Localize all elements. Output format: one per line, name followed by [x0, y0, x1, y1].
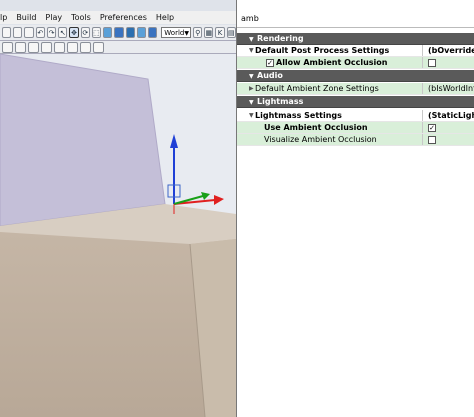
coordinate-space-dropdown[interactable]: World ▼ — [161, 27, 192, 38]
prop-lightmass-settings[interactable]: ▼ Lightmass Settings (StaticLightin — [237, 110, 474, 122]
prop-default-ambient-zone[interactable]: ▶ Default Ambient Zone Settings (bIsWorl… — [237, 83, 474, 95]
prop-label: Default Ambient Zone Settings — [255, 84, 379, 93]
properties-panel: ▼Rendering ▼ Default Post Process Settin… — [237, 0, 474, 417]
camera-icon[interactable] — [28, 41, 39, 53]
column-divider — [422, 134, 423, 145]
wireframe-icon[interactable] — [54, 41, 65, 53]
viewport-toolbar — [0, 41, 236, 54]
chevron-right-icon: ▶ — [249, 85, 254, 92]
category-label: Rendering — [257, 34, 304, 43]
matinee-icon[interactable]: ▤ — [226, 27, 236, 38]
chevron-down-icon: ▼ — [184, 30, 190, 37]
translate-tool-icon[interactable]: ✥ — [69, 27, 79, 38]
brush-icon[interactable] — [148, 27, 158, 38]
property-search-box[interactable] — [237, 11, 474, 28]
value-checkbox[interactable] — [428, 136, 436, 144]
column-divider — [422, 45, 423, 56]
save-icon[interactable] — [24, 27, 34, 38]
prop-visualize-ambient-occlusion[interactable]: Visualize Ambient Occlusion — [237, 134, 474, 146]
scale-tool-icon[interactable]: ⬚ — [91, 27, 102, 38]
select-arrow-icon[interactable]: ↖ — [58, 27, 68, 38]
lit-icon[interactable] — [80, 41, 91, 53]
prop-allow-ambient-occlusion[interactable]: ✓ Allow Ambient Occlusion — [237, 57, 474, 69]
open-folder-icon[interactable] — [13, 27, 23, 38]
column-divider — [422, 57, 423, 68]
realtime-icon[interactable] — [93, 41, 104, 53]
menu-tools[interactable]: Tools — [71, 13, 91, 22]
lavender-wall — [0, 54, 166, 227]
prop-value[interactable]: (StaticLightin — [428, 110, 474, 121]
editor-pane: lp Build Play Tools Preferences Help ↶ ↷… — [0, 0, 237, 417]
override-checkbox[interactable]: ✓ — [266, 59, 274, 67]
prop-label: Lightmass Settings — [255, 111, 342, 120]
category-label: Lightmass — [257, 97, 304, 106]
category-audio[interactable]: ▼ Audio — [237, 70, 474, 82]
column-divider — [422, 83, 423, 94]
menu-window-title-fragment[interactable]: lp — [0, 13, 7, 22]
3d-viewport[interactable] — [0, 54, 236, 417]
search-binoculars-icon[interactable]: ⚲ — [193, 27, 203, 38]
light-icon[interactable] — [41, 41, 52, 53]
content-browser-icon[interactable]: ▦ — [204, 27, 214, 38]
lock-icon[interactable] — [2, 41, 13, 53]
prop-label: Allow Ambient Occlusion — [276, 58, 388, 67]
coordinate-space-value: World — [164, 29, 185, 37]
prop-label: Default Post Process Settings — [255, 46, 390, 55]
cube-icon[interactable] — [103, 27, 113, 38]
chevron-down-icon: ▼ — [249, 73, 254, 80]
main-toolbar: ↶ ↷ ↖ ✥ ⟳ ⬚ World ▼ ⚲ ▦ K ▤ — [0, 25, 236, 41]
undo-icon[interactable]: ↶ — [35, 27, 45, 38]
redo-icon[interactable]: ↷ — [46, 27, 57, 38]
viewport-scene — [0, 54, 236, 417]
category-rendering[interactable]: ▼ Rendering — [237, 33, 474, 45]
chevron-down-icon: ▼ — [249, 47, 254, 54]
sphere-icon[interactable] — [114, 27, 124, 38]
cone-icon[interactable] — [136, 27, 147, 38]
menu-play[interactable]: Play — [45, 13, 62, 22]
column-divider — [422, 110, 423, 121]
prop-value[interactable]: (bIsWorldInfo= — [428, 83, 474, 94]
search-input[interactable] — [237, 11, 465, 26]
menu-bar: lp Build Play Tools Preferences Help — [0, 11, 236, 24]
menu-build[interactable]: Build — [16, 13, 36, 22]
menu-help[interactable]: Help — [156, 13, 174, 22]
prop-use-ambient-occlusion[interactable]: Use Ambient Occlusion ✓ — [237, 122, 474, 134]
value-checkbox[interactable]: ✓ — [428, 124, 436, 132]
rotate-tool-icon[interactable]: ⟳ — [80, 27, 90, 38]
column-divider — [422, 122, 423, 133]
value-checkbox[interactable] — [428, 59, 436, 67]
category-lightmass[interactable]: ▼ Lightmass — [237, 96, 474, 108]
prop-label: Visualize Ambient Occlusion — [264, 135, 377, 144]
kismet-icon[interactable]: K — [215, 27, 225, 38]
prop-value[interactable]: (bOverride_ — [428, 45, 474, 56]
new-level-icon[interactable] — [2, 27, 12, 38]
menu-preferences[interactable]: Preferences — [100, 13, 147, 22]
chevron-down-icon: ▼ — [249, 99, 254, 106]
chevron-down-icon: ▼ — [249, 112, 254, 119]
chevron-down-icon: ▼ — [249, 36, 254, 43]
cylinder-icon[interactable] — [125, 27, 135, 38]
category-label: Audio — [257, 71, 283, 80]
prop-label: Use Ambient Occlusion — [264, 123, 368, 132]
unlit-icon[interactable] — [67, 41, 78, 53]
prop-default-post-process[interactable]: ▼ Default Post Process Settings (bOverri… — [237, 45, 474, 57]
grid-icon[interactable] — [15, 41, 26, 53]
